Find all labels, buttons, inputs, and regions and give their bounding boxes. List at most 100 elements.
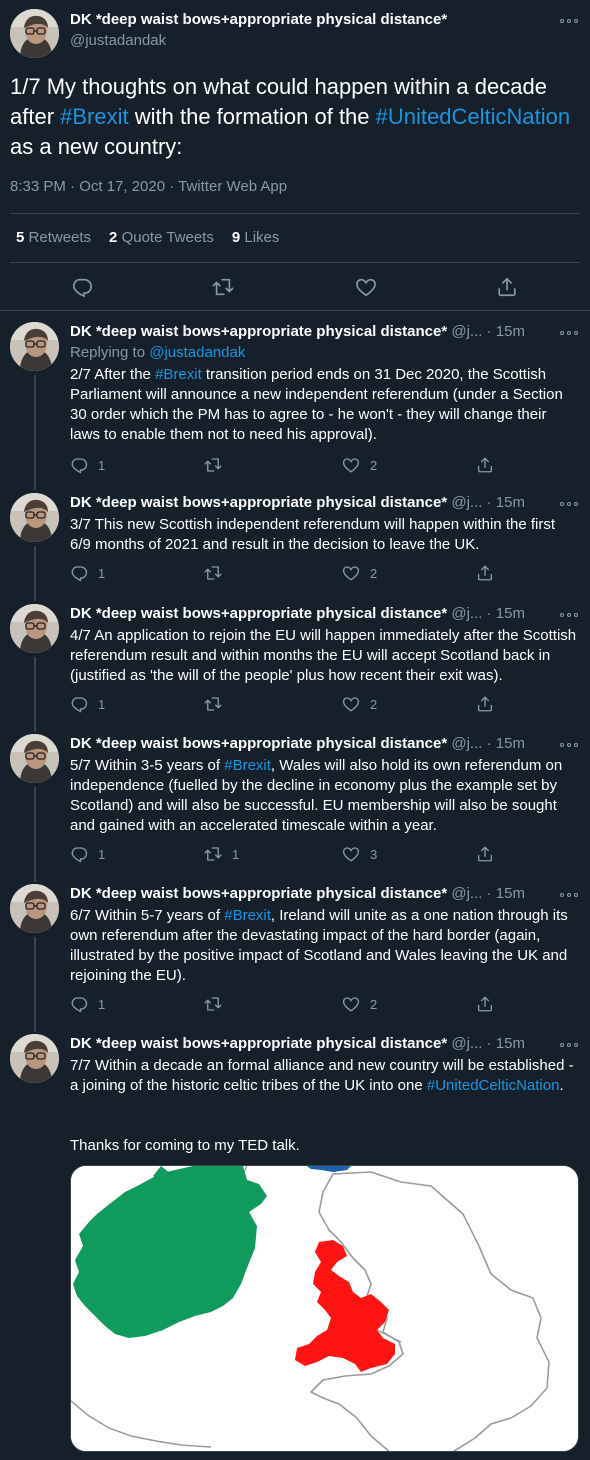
share-icon[interactable] <box>496 276 520 300</box>
like-icon[interactable] <box>355 276 379 300</box>
more-icon[interactable] <box>560 610 578 620</box>
tweet-timestamp[interactable]: 8:33 PM · Oct 17, 2020 · Twitter Web App <box>10 178 287 195</box>
avatar[interactable] <box>10 604 59 653</box>
reply-header: DK *deep waist bows+appropriate physical… <box>70 493 525 513</box>
separator: · <box>486 885 492 902</box>
more-icon[interactable] <box>560 740 578 750</box>
author-name[interactable]: DK *deep waist bows+appropriate physical… <box>70 885 447 902</box>
author-handle[interactable]: @j... <box>451 323 482 340</box>
map-image[interactable] <box>70 1165 579 1452</box>
retweet-button[interactable] <box>204 564 232 582</box>
avatar[interactable] <box>10 1034 59 1083</box>
author-handle[interactable]: @j... <box>451 735 482 752</box>
author-name[interactable]: DK *deep waist bows+appropriate physical… <box>70 323 447 340</box>
replying-handle[interactable]: @justadandak <box>149 344 245 361</box>
author-name[interactable]: DK *deep waist bows+appropriate physical… <box>70 735 447 752</box>
more-icon[interactable] <box>560 499 578 509</box>
author-handle[interactable]: @j... <box>451 494 482 511</box>
separator: · <box>486 494 492 511</box>
author-handle[interactable]: @justadandak <box>70 32 166 49</box>
more-icon[interactable] <box>560 890 578 900</box>
like-icon <box>342 456 360 474</box>
reply-time[interactable]: 15m <box>496 494 525 511</box>
like-button[interactable]: 2 <box>342 564 377 582</box>
tweet-text: 1/7 My thoughts on what could happen wit… <box>10 72 580 162</box>
reply-time[interactable]: 15m <box>496 1035 525 1052</box>
likes-label: Likes <box>244 229 280 246</box>
retweets-stat[interactable]: 5 Retweets <box>16 229 91 246</box>
reply-time[interactable]: 15m <box>496 735 525 752</box>
author-handle[interactable]: @j... <box>451 885 482 902</box>
hashtag-link[interactable]: #Brexit <box>155 366 202 383</box>
reply-button[interactable]: 1 <box>70 564 105 582</box>
more-icon[interactable] <box>560 16 578 26</box>
reply-actions: 1 2 <box>70 995 500 1015</box>
reply-time[interactable]: 15m <box>496 885 525 902</box>
retweet-button[interactable] <box>204 695 232 713</box>
more-icon[interactable] <box>560 1040 578 1050</box>
reply-text: 2/7 After the #Brexit transition period … <box>70 365 580 445</box>
share-button[interactable] <box>476 456 494 474</box>
reply-button[interactable]: 1 <box>70 695 105 713</box>
share-icon <box>476 456 494 474</box>
author-name[interactable]: DK *deep waist bows+appropriate physical… <box>70 11 447 28</box>
avatar[interactable] <box>10 9 59 58</box>
author-handle[interactable]: @j... <box>451 1035 482 1052</box>
like-button[interactable]: 2 <box>342 995 377 1013</box>
retweet-button[interactable]: 1 <box>204 845 239 863</box>
hashtag-link[interactable]: #UnitedCelticNation <box>427 1077 560 1094</box>
reply-count: 1 <box>98 457 106 473</box>
retweet-icon <box>204 695 222 713</box>
like-button[interactable]: 2 <box>342 695 377 713</box>
reply-count: 1 <box>98 996 106 1012</box>
share-icon <box>476 564 494 582</box>
likes-stat[interactable]: 9 Likes <box>232 229 280 246</box>
retweet-count: 1 <box>232 846 240 862</box>
like-button[interactable]: 2 <box>342 456 377 474</box>
hashtag-link[interactable]: #Brexit <box>224 907 271 924</box>
more-icon[interactable] <box>560 328 578 338</box>
author-name[interactable]: DK *deep waist bows+appropriate physical… <box>70 605 447 622</box>
reply-time[interactable]: 15m <box>496 323 525 340</box>
share-button[interactable] <box>476 564 494 582</box>
avatar[interactable] <box>10 493 59 542</box>
share-button[interactable] <box>476 845 494 863</box>
like-icon <box>342 845 360 863</box>
like-button[interactable]: 3 <box>342 845 377 863</box>
hashtag-link[interactable]: #Brexit <box>60 104 128 129</box>
author-handle[interactable]: @j... <box>451 605 482 622</box>
separator: · <box>486 1035 492 1052</box>
reply-text: 6/7 Within 5-7 years of #Brexit, Ireland… <box>70 906 580 986</box>
reply-button[interactable]: 1 <box>70 456 105 474</box>
share-button[interactable] <box>476 695 494 713</box>
reply-button[interactable]: 1 <box>70 845 105 863</box>
hashtag-link[interactable]: #Brexit <box>224 757 271 774</box>
like-icon <box>342 564 360 582</box>
like-icon <box>342 995 360 1013</box>
quotes-stat[interactable]: 2 Quote Tweets <box>109 229 214 246</box>
retweet-button[interactable] <box>204 995 232 1013</box>
reply-text-part: 2/7 After the <box>70 366 156 383</box>
reply-icon[interactable] <box>71 276 95 300</box>
reply-count: 1 <box>98 565 106 581</box>
avatar[interactable] <box>10 884 59 933</box>
author-name[interactable]: DK *deep waist bows+appropriate physical… <box>70 494 447 511</box>
hashtag-link[interactable]: #UnitedCelticNation <box>376 104 570 129</box>
separator: · <box>486 323 492 340</box>
reply-header: DK *deep waist bows+appropriate physical… <box>70 604 525 624</box>
replying-to: Replying to @justadandak <box>70 343 580 363</box>
reply-text: 3/7 This new Scottish independent refere… <box>70 516 556 553</box>
avatar[interactable] <box>10 322 59 371</box>
like-count: 3 <box>370 846 378 862</box>
reply-time[interactable]: 15m <box>496 605 525 622</box>
reply-button[interactable]: 1 <box>70 995 105 1013</box>
avatar[interactable] <box>10 734 59 783</box>
retweet-icon <box>204 845 222 863</box>
retweet-icon[interactable] <box>212 276 236 300</box>
thread-line <box>34 546 36 601</box>
retweet-button[interactable] <box>204 456 232 474</box>
tweet-text-part: with the formation of the <box>128 104 376 129</box>
divider <box>10 262 580 263</box>
author-name[interactable]: DK *deep waist bows+appropriate physical… <box>70 1035 447 1052</box>
share-button[interactable] <box>476 995 494 1013</box>
